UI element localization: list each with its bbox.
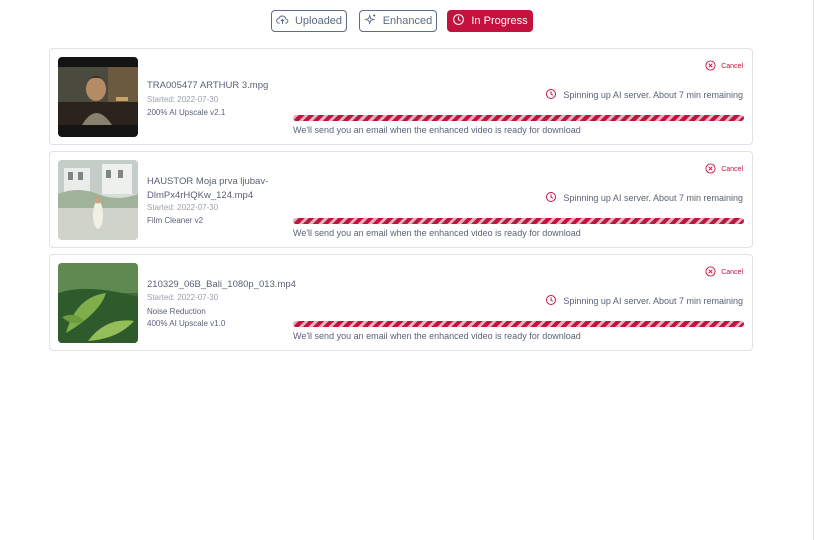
tab-bar: Uploaded Enhanced In Progress bbox=[0, 10, 816, 34]
email-notice: We'll send you an email when the enhance… bbox=[293, 331, 581, 341]
job-card: 210329_06B_Bali_1080p_013.mp4 Started: 2… bbox=[49, 254, 753, 351]
job-card: TRA005477 ARTHUR 3.mpg Started: 2022-07-… bbox=[49, 48, 753, 145]
status-text: Spinning up AI server. About 7 min remai… bbox=[563, 193, 743, 203]
job-status: Spinning up AI server. About 7 min remai… bbox=[545, 294, 743, 308]
clock-icon bbox=[545, 191, 557, 205]
tab-in-progress-label: In Progress bbox=[471, 15, 528, 27]
clock-icon bbox=[545, 294, 557, 308]
tab-in-progress[interactable]: In Progress bbox=[447, 10, 533, 32]
started-date: Started: 2022-07-30 bbox=[147, 95, 219, 104]
progress-bar bbox=[293, 115, 744, 121]
clock-icon bbox=[545, 88, 557, 102]
cancel-button[interactable]: Cancel bbox=[705, 163, 743, 176]
video-thumbnail bbox=[58, 263, 138, 343]
cloud-upload-icon bbox=[276, 13, 289, 29]
started-date: Started: 2022-07-30 bbox=[147, 293, 219, 302]
tab-enhanced[interactable]: Enhanced bbox=[359, 10, 437, 32]
video-thumbnail bbox=[58, 160, 138, 240]
cancel-label: Cancel bbox=[721, 269, 743, 276]
clock-icon bbox=[452, 13, 465, 29]
progress-bar bbox=[293, 321, 744, 327]
file-name: 210329_06B_Bali_1080p_013.mp4 bbox=[147, 279, 296, 290]
job-card: HAUSTOR Moja prva ljubav-DlmPx4rHQKw_124… bbox=[49, 151, 753, 248]
cancel-label: Cancel bbox=[721, 166, 743, 173]
model-name: 400% AI Upscale v1.0 bbox=[147, 319, 226, 328]
job-status: Spinning up AI server. About 7 min remai… bbox=[545, 191, 743, 205]
file-name: TRA005477 ARTHUR 3.mpg bbox=[147, 80, 269, 91]
sparkle-icon bbox=[363, 13, 377, 29]
job-status: Spinning up AI server. About 7 min remai… bbox=[545, 88, 743, 102]
cancel-button[interactable]: Cancel bbox=[705, 266, 743, 279]
window-edge bbox=[813, 0, 814, 540]
model-name: Noise Reduction bbox=[147, 307, 206, 316]
close-circle-icon bbox=[705, 163, 716, 176]
tab-enhanced-label: Enhanced bbox=[382, 15, 433, 27]
cancel-button[interactable]: Cancel bbox=[705, 60, 743, 73]
started-date: Started: 2022-07-30 bbox=[147, 203, 219, 212]
model-name: 200% AI Upscale v2.1 bbox=[147, 108, 226, 117]
file-name: HAUSTOR Moja prva ljubav-DlmPx4rHQKw_124… bbox=[147, 176, 269, 201]
cancel-label: Cancel bbox=[721, 63, 743, 70]
progress-bar bbox=[293, 218, 744, 224]
email-notice: We'll send you an email when the enhance… bbox=[293, 228, 581, 238]
tab-uploaded[interactable]: Uploaded bbox=[271, 10, 347, 32]
status-text: Spinning up AI server. About 7 min remai… bbox=[563, 296, 743, 306]
email-notice: We'll send you an email when the enhance… bbox=[293, 125, 581, 135]
tab-uploaded-label: Uploaded bbox=[294, 15, 343, 27]
video-thumbnail bbox=[58, 57, 138, 137]
model-name: Film Cleaner v2 bbox=[147, 216, 204, 225]
close-circle-icon bbox=[705, 60, 716, 73]
status-text: Spinning up AI server. About 7 min remai… bbox=[563, 90, 743, 100]
close-circle-icon bbox=[705, 266, 716, 279]
